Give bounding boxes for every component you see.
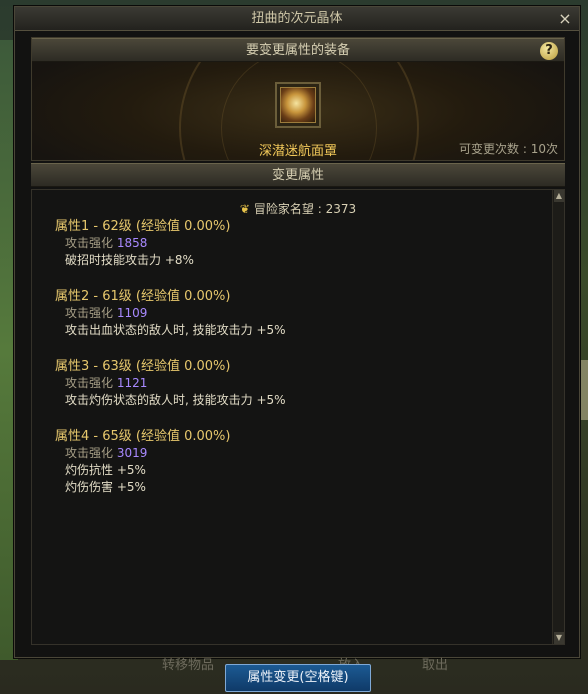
dimension-crystal-window: 扭曲的次元晶体 × 要变更属性的装备 ? 深潜迷航面罩 可变更次数 : 10次 …: [14, 6, 580, 658]
attribute-list-panel: ❦ 冒险家名望 : 2373 属性1 - 62级 (经验值 0.00%) 攻击强化…: [31, 189, 565, 645]
attack-boost-label: 攻击强化: [65, 306, 114, 320]
attack-boost-value: 1121: [116, 376, 148, 390]
attribute-effect: 攻击出血状态的敌人时, 技能攻击力 +5%: [65, 323, 286, 337]
help-icon[interactable]: ?: [540, 42, 558, 60]
attack-boost-value: 1858: [116, 236, 148, 250]
scroll-up-icon[interactable]: ▲: [554, 190, 564, 202]
close-button[interactable]: ×: [555, 9, 575, 29]
fame-value: : 2373: [317, 202, 357, 216]
attribute-section-header: 变更属性: [31, 163, 565, 187]
transfer-items-label: 转移物品: [162, 658, 215, 673]
attribute-section-title: 变更属性: [271, 168, 324, 183]
window-titlebar[interactable]: 扭曲的次元晶体 ×: [15, 7, 579, 31]
attribute-title: 属性4 - 65级 (经验值 0.00%): [55, 429, 231, 444]
attribute-title: 属性1 - 62级 (经验值 0.00%): [55, 219, 231, 234]
fame-label: 冒险家名望: [253, 202, 314, 216]
attribute-title: 属性2 - 61级 (经验值 0.00%): [55, 289, 231, 304]
attack-boost-line: 攻击强化 1858: [55, 235, 230, 252]
equipment-slot[interactable]: [275, 82, 321, 128]
mask-item-icon: [280, 87, 316, 123]
attribute-block-2: 属性2 - 61级 (经验值 0.00%) 攻击强化 1109 攻击出血状态的敌…: [55, 288, 286, 339]
attribute-scrollbar[interactable]: ▲ ▼: [552, 190, 564, 644]
attack-boost-line: 攻击强化 1109: [55, 305, 286, 322]
attribute-block-4: 属性4 - 65级 (经验值 0.00%) 攻击强化 3019 灼伤抗性 +5%…: [55, 428, 230, 496]
attack-boost-label: 攻击强化: [65, 236, 114, 250]
equipment-panel: 要变更属性的装备 ? 深潜迷航面罩 可变更次数 : 10次: [31, 37, 565, 161]
attribute-block-1: 属性1 - 62级 (经验值 0.00%) 攻击强化 1858 破招时技能攻击力…: [55, 218, 230, 269]
scroll-down-icon[interactable]: ▼: [554, 632, 564, 644]
attribute-effect: 灼伤抗性 +5%: [65, 463, 146, 477]
adventurer-fame: ❦ 冒险家名望 : 2373: [32, 200, 564, 217]
change-attribute-button[interactable]: 属性变更(空格键): [225, 664, 371, 692]
attribute-effect: 破招时技能攻击力 +8%: [65, 253, 194, 267]
attribute-effect: 攻击灼伤状态的敌人时, 技能攻击力 +5%: [65, 393, 286, 407]
attack-boost-value: 1109: [116, 306, 148, 320]
equipment-section-header: 要变更属性的装备 ?: [32, 38, 564, 62]
change-count-label: 可变更次数 : 10次: [459, 142, 558, 156]
equipment-section-title: 要变更属性的装备: [245, 43, 350, 58]
attribute-title: 属性3 - 63级 (经验值 0.00%): [55, 359, 231, 374]
attack-boost-line: 攻击强化 1121: [55, 375, 286, 392]
attribute-effect: 灼伤伤害 +5%: [65, 480, 146, 494]
attribute-block-3: 属性3 - 63级 (经验值 0.00%) 攻击强化 1121 攻击灼伤状态的敌…: [55, 358, 286, 409]
window-title: 扭曲的次元晶体: [251, 11, 343, 26]
attack-boost-label: 攻击强化: [65, 446, 114, 460]
attack-boost-value: 3019: [116, 446, 148, 460]
take-out-label: 取出: [422, 658, 449, 673]
fame-crest-icon: ❦: [239, 202, 250, 216]
attack-boost-label: 攻击强化: [65, 376, 114, 390]
attack-boost-line: 攻击强化 3019: [55, 445, 230, 462]
